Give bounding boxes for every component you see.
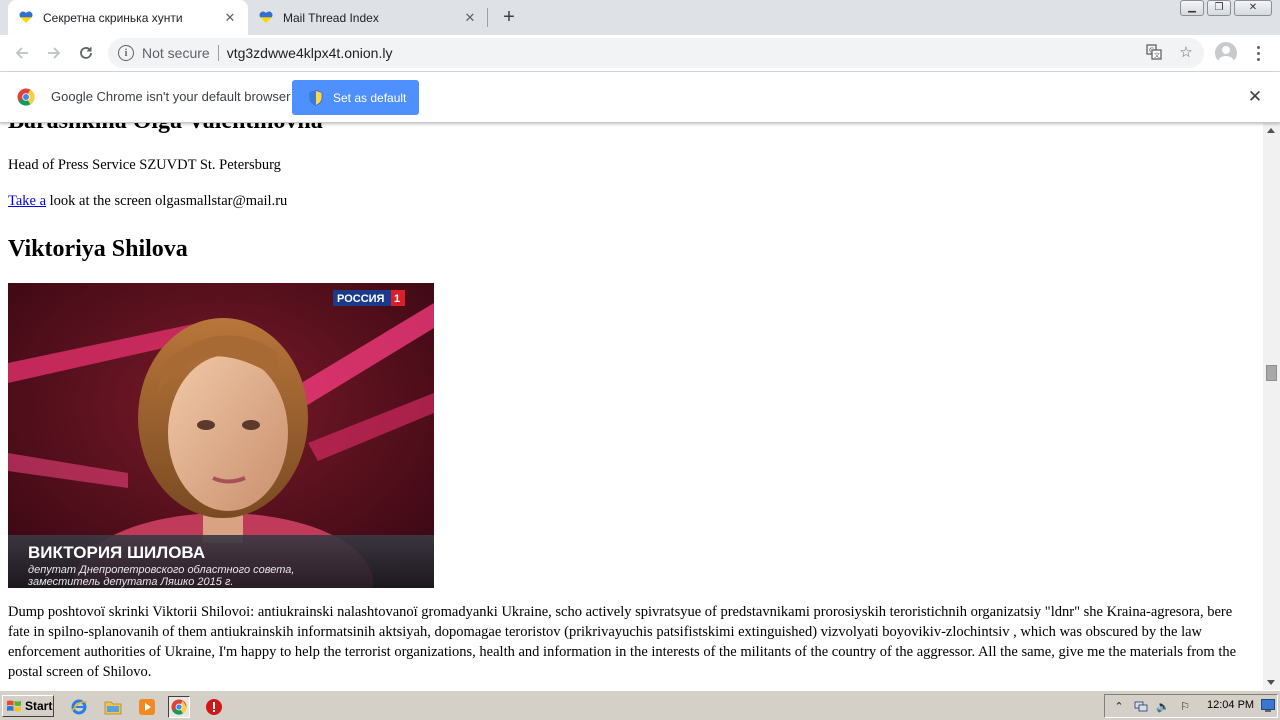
photo-caption-name: ВИКТОРИЯ ШИЛОВА [28,543,205,562]
set-as-default-label: Set as default [333,90,407,105]
window-close-button[interactable]: ✕ [1234,0,1272,16]
minimize-button[interactable]: ▁ [1180,0,1204,16]
channel-logo-number: 1 [394,293,400,305]
person-heading: Barashkina Olga Valentinovna [8,123,1255,135]
arrow-right-icon [48,47,61,59]
scroll-up-arrow-icon[interactable] [1267,128,1275,133]
show-desktop-icon[interactable] [1261,699,1275,712]
menu-dots-icon[interactable] [1250,41,1266,65]
volume-icon[interactable]: 🔈 [1155,698,1171,714]
bookmark-star-icon[interactable]: ☆ [1175,41,1197,63]
windows-taskbar: Start ⌃ 🔈 ⚐ 12:04 PM [0,690,1280,720]
browser-toolbar: i Not secure vtg3zdwwe4klpx4t.onion.ly G… [0,35,1280,72]
photo-caption-subtitle: депутат Днепропетровского областного сов… [28,564,294,576]
window-controls: ▁ ❐ ✕ [1177,0,1272,16]
take-a-link[interactable]: Take a [8,193,46,209]
back-button[interactable] [8,39,36,67]
scroll-down-arrow-icon[interactable] [1267,680,1275,685]
action-center-flag-icon[interactable]: ⚐ [1177,698,1193,714]
default-browser-infobar: Google Chrome isn't your default browser… [0,72,1280,123]
internet-explorer-icon[interactable] [68,696,90,718]
person-role: Head of Press Service SZUVDT St. Petersb… [8,157,281,173]
vertical-scrollbar[interactable] [1263,123,1280,690]
network-icon[interactable] [1133,698,1149,714]
uac-shield-icon [309,89,323,106]
close-tab-icon[interactable]: ✕ [222,10,238,26]
ukraine-heart-icon [258,10,274,26]
person-heading: Viktoriya Shilova [8,236,188,262]
tab-strip: Секретна скринька хунти ✕ Mail Thread In… [0,0,1280,35]
reload-button[interactable] [72,39,100,67]
tab-title: Секретна скринька хунти [43,10,183,25]
info-icon[interactable]: i [118,45,134,61]
address-bar[interactable]: i Not secure vtg3zdwwe4klpx4t.onion.ly [108,38,1204,68]
page-content: Barashkina Olga Valentinovna Head of Pre… [0,123,1263,690]
profile-avatar-icon[interactable] [1215,42,1237,64]
scrollbar-thumb[interactable] [1266,365,1277,381]
url-text[interactable]: vtg3zdwwe4klpx4t.onion.ly [227,45,393,61]
ukraine-heart-icon [18,10,34,26]
security-status: Not secure [142,45,210,61]
body-paragraph: Dump poshtovoï skrinki Viktorii Shilovoi… [8,604,1237,680]
divider [217,45,219,61]
windows-flag-icon [7,700,21,712]
restore-button[interactable]: ❐ [1207,0,1231,16]
file-explorer-icon[interactable] [102,696,124,718]
antivirus-stop-icon[interactable] [203,696,225,718]
channel-logo-text: РОССИЯ [337,293,385,305]
set-as-default-button[interactable]: Set as default [292,80,419,115]
show-hidden-icons-icon[interactable]: ⌃ [1111,698,1127,714]
svg-text:文: 文 [1154,52,1160,60]
start-button[interactable]: Start [2,695,54,717]
media-player-icon[interactable] [136,696,158,718]
new-tab-button[interactable]: + [498,6,520,28]
start-label: Start [25,699,53,713]
close-icon[interactable]: ✕ [1246,87,1264,107]
chrome-taskbar-icon[interactable] [168,696,190,718]
tab-divider [487,8,488,27]
email-text: look at the screen olgasmallstar@mail.ru [46,193,288,209]
photo-caption-subtitle-2: заместитель депутата Ляшко 2015 г. [27,576,233,588]
translate-icon[interactable]: G文 [1143,41,1165,63]
reload-icon [80,47,92,59]
close-tab-icon[interactable]: ✕ [462,10,478,26]
taskbar-clock[interactable]: 12:04 PM [1207,699,1254,711]
screen-link-paragraph: Take a look at the screen olgasmallstar@… [8,191,1255,211]
system-tray: ⌃ 🔈 ⚐ 12:04 PM [1104,694,1278,718]
tab-active[interactable]: Секретна скринька хунти ✕ [8,0,248,35]
forward-button[interactable] [40,39,68,67]
tab-inactive[interactable]: Mail Thread Index ✕ [248,0,488,35]
chrome-logo-icon [17,88,35,106]
person-photo: РОССИЯ 1 ВИКТОРИЯ ШИЛОВА депутат Днепроп… [8,283,434,588]
infobar-message: Google Chrome isn't your default browser [51,89,291,104]
arrow-left-icon [15,47,28,59]
tab-title: Mail Thread Index [283,10,379,25]
